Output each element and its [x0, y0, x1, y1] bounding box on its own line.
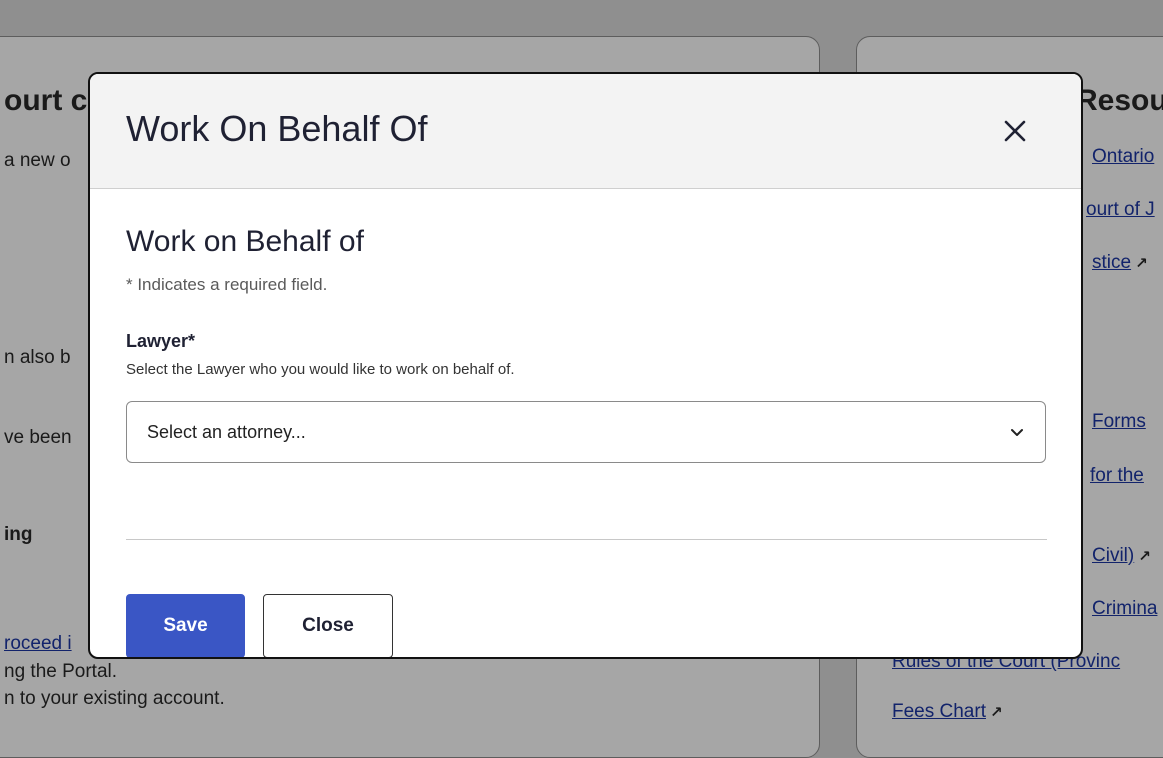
resource-link[interactable]: for the [1090, 465, 1144, 487]
external-link-icon: ↗ [1138, 548, 1151, 565]
dialog-title: Work On Behalf Of [126, 108, 428, 149]
left-card-text: ng the Portal. [4, 661, 118, 682]
left-card-link[interactable]: roceed i [4, 633, 72, 655]
external-link-icon: ↗ [989, 704, 1003, 721]
left-card-text: ve been [4, 427, 72, 448]
footer-divider [126, 539, 1047, 540]
resource-link-label: stice [1092, 252, 1132, 273]
lawyer-select-placeholder: Select an attorney... [147, 422, 306, 442]
resource-link[interactable]: Forms [1092, 411, 1146, 433]
resource-link[interactable]: ourt of J [1086, 199, 1155, 221]
left-card-text: n also b [4, 347, 71, 368]
lawyer-select[interactable]: Select an attorney... [126, 401, 1046, 463]
section-title: Work on Behalf of [126, 225, 364, 258]
resource-link-label: Fees Chart [892, 701, 986, 722]
resource-link[interactable]: Crimina [1092, 598, 1157, 620]
left-card-heading: ing [4, 524, 33, 545]
resource-link[interactable]: stice ↗ [1092, 252, 1148, 274]
resource-link[interactable]: Civil) ↗ [1092, 545, 1151, 567]
resource-link[interactable]: Ontario [1092, 146, 1154, 168]
resource-link-label: Civil) [1092, 545, 1135, 566]
close-button[interactable]: Close [263, 594, 393, 657]
right-card-title: Resou [1076, 84, 1163, 117]
work-on-behalf-dialog: Work On Behalf Of Work on Behalf of * In… [88, 72, 1083, 659]
lawyer-label: Lawyer* [126, 331, 196, 351]
left-card-title: ourt c [4, 84, 88, 117]
dialog-header: Work On Behalf Of [90, 74, 1081, 189]
resource-link[interactable]: Fees Chart ↗ [892, 701, 1003, 723]
close-icon[interactable] [998, 114, 1032, 148]
lawyer-help-text: Select the Lawyer who you would like to … [126, 361, 515, 378]
external-link-icon: ↗ [1135, 255, 1148, 272]
chevron-down-icon [1009, 426, 1025, 445]
required-field-note: * Indicates a required field. [126, 275, 328, 294]
left-card-text: a new o [4, 150, 71, 171]
save-button[interactable]: Save [126, 594, 245, 657]
left-card-text: n to your existing account. [4, 688, 225, 709]
